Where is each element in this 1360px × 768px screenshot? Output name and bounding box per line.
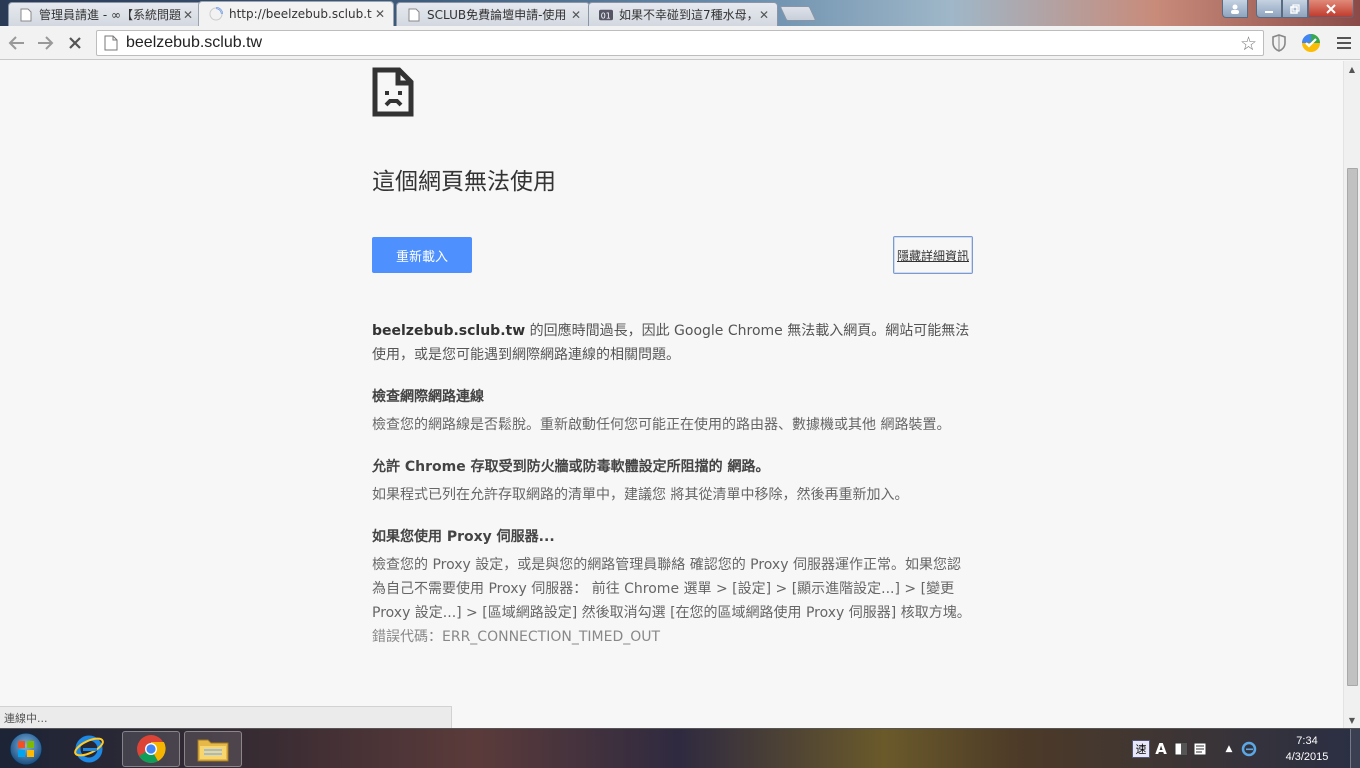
- user-icon: [1231, 4, 1239, 14]
- user-profile-button[interactable]: [1222, 0, 1248, 18]
- new-tab-button[interactable]: [779, 6, 817, 21]
- minimize-icon: [1265, 10, 1273, 13]
- error-code: 錯誤代碼：ERR_CONNECTION_TIMED_OUT: [372, 629, 661, 645]
- start-button[interactable]: [6, 731, 46, 767]
- section-body-firewall: 如果程式已列在允許存取網路的清單中，建議您 將其從清單中移除，然後再重新加入。: [372, 487, 909, 503]
- tab-title: 如果不幸碰到這7種水母，: [619, 8, 757, 22]
- page-icon: [19, 8, 33, 22]
- forward-button[interactable]: [33, 31, 57, 55]
- color-check-icon: [1302, 34, 1320, 52]
- restore-icon: [1290, 3, 1300, 14]
- host-name: beelzebub.sclub.tw: [372, 323, 526, 339]
- back-button[interactable]: [5, 31, 29, 55]
- address-bar[interactable]: beelzebub.sclub.tw ☆: [96, 30, 1264, 56]
- shield-extension-button[interactable]: [1267, 31, 1291, 55]
- error-details: beelzebub.sclub.tw 的回應時間過長，因此 Google Chr…: [372, 319, 972, 649]
- windows-logo-icon: [9, 732, 43, 766]
- tab-admin[interactable]: 管理員請進 - ∞【系統問題 ✕: [8, 2, 202, 26]
- windows-taskbar: 速 A ▲ 7:34 4/3/2015: [0, 728, 1360, 768]
- scroll-thumb[interactable]: [1347, 168, 1358, 686]
- url-text: beelzebub.sclub.tw: [126, 34, 263, 51]
- taskbar-explorer-button[interactable]: [184, 731, 242, 767]
- forward-arrow-icon: [38, 36, 54, 50]
- close-icon[interactable]: ✕: [181, 8, 195, 22]
- close-icon[interactable]: ✕: [569, 8, 583, 22]
- taskbar-chrome-button[interactable]: [122, 731, 180, 767]
- ime-indicator-icon[interactable]: 速: [1132, 740, 1150, 758]
- scroll-down-arrow-icon[interactable]: ▼: [1344, 712, 1360, 728]
- input-mode-icon[interactable]: A: [1152, 740, 1170, 758]
- tab-strip: 管理員請進 - ∞【系統問題 ✕ http://beelzebub.sclub.…: [0, 0, 1360, 26]
- page-content: 這個網頁無法使用 重新載入 隱藏詳細資訊 beelzebub.sclub.tw …: [0, 61, 1343, 728]
- ime-pad-icon[interactable]: [1192, 740, 1210, 758]
- close-icon[interactable]: ✕: [757, 8, 771, 22]
- error-description: beelzebub.sclub.tw 的回應時間過長，因此 Google Chr…: [372, 319, 972, 367]
- minimize-button[interactable]: [1256, 0, 1282, 18]
- tab-title: SCLUB免費論壇申請-使用: [427, 8, 567, 22]
- page-icon: [104, 35, 118, 51]
- hide-details-button[interactable]: 隱藏詳細資訊: [893, 236, 973, 274]
- taskbar-clock[interactable]: 7:34 4/3/2015: [1272, 733, 1342, 765]
- tab-title: 管理員請進 - ∞【系統問題: [39, 8, 181, 22]
- hamburger-menu-icon: [1337, 37, 1351, 49]
- tab-title: http://beelzebub.sclub.t: [229, 7, 372, 21]
- ie-tray-icon[interactable]: [1240, 740, 1258, 758]
- clock-time: 7:34: [1296, 735, 1318, 747]
- section-body-connection: 檢查您的網路線是否鬆脫。重新啟動任何您可能正在使用的路由器、數據機或其他 網路裝…: [372, 417, 951, 433]
- stop-button[interactable]: [63, 31, 87, 55]
- vertical-scrollbar[interactable]: ▲ ▼: [1343, 61, 1360, 728]
- chrome-menu-button[interactable]: [1332, 31, 1356, 55]
- section-title-proxy: 如果您使用 Proxy 伺服器...: [372, 529, 555, 545]
- maximize-button[interactable]: [1282, 0, 1308, 18]
- o1-icon: 01: [599, 8, 613, 22]
- extension-button[interactable]: [1299, 31, 1323, 55]
- bookmark-star-icon[interactable]: ☆: [1240, 33, 1257, 55]
- show-hidden-icons-icon[interactable]: ▲: [1220, 740, 1238, 758]
- section-title-firewall: 允許 Chrome 存取受到防火牆或防毒軟體設定所阻擋的 網路。: [372, 459, 770, 475]
- tab-beelzebub[interactable]: http://beelzebub.sclub.t ✕: [198, 1, 394, 26]
- loading-spinner-icon: [209, 7, 223, 21]
- show-desktop-button[interactable]: [1350, 729, 1360, 768]
- close-icon: [1326, 3, 1336, 14]
- stop-x-icon: [69, 37, 81, 49]
- scroll-up-arrow-icon[interactable]: ▲: [1344, 61, 1360, 77]
- taskbar-ie-button[interactable]: [60, 731, 118, 767]
- system-tray: 速 A ▲: [1132, 735, 1258, 763]
- section-title-connection: 檢查網際網路連線: [372, 389, 484, 405]
- close-window-button[interactable]: [1308, 0, 1354, 18]
- sad-page-icon: [372, 67, 414, 117]
- half-width-icon[interactable]: [1172, 740, 1190, 758]
- folder-icon: [197, 739, 229, 762]
- tab-sclub[interactable]: SCLUB免費論壇申請-使用 ✕: [396, 2, 590, 26]
- page-title: 這個網頁無法使用: [372, 169, 556, 195]
- status-bubble: 連線中...: [0, 706, 452, 728]
- tab-jellyfish[interactable]: 01 如果不幸碰到這7種水母， ✕: [588, 2, 778, 26]
- svg-text:01: 01: [601, 11, 611, 20]
- section-body-proxy: 檢查您的 Proxy 設定，或是與您的網路管理員聯絡 確認您的 Proxy 伺服…: [372, 557, 971, 621]
- page-icon: [407, 8, 421, 22]
- shield-icon: [1272, 34, 1286, 52]
- back-arrow-icon: [8, 36, 24, 50]
- close-icon[interactable]: ✕: [373, 7, 387, 21]
- reload-button[interactable]: 重新載入: [372, 237, 472, 273]
- internet-explorer-icon: [74, 735, 104, 763]
- chrome-icon: [137, 735, 166, 763]
- browser-toolbar: beelzebub.sclub.tw ☆: [0, 26, 1360, 60]
- clock-date: 4/3/2015: [1285, 751, 1329, 763]
